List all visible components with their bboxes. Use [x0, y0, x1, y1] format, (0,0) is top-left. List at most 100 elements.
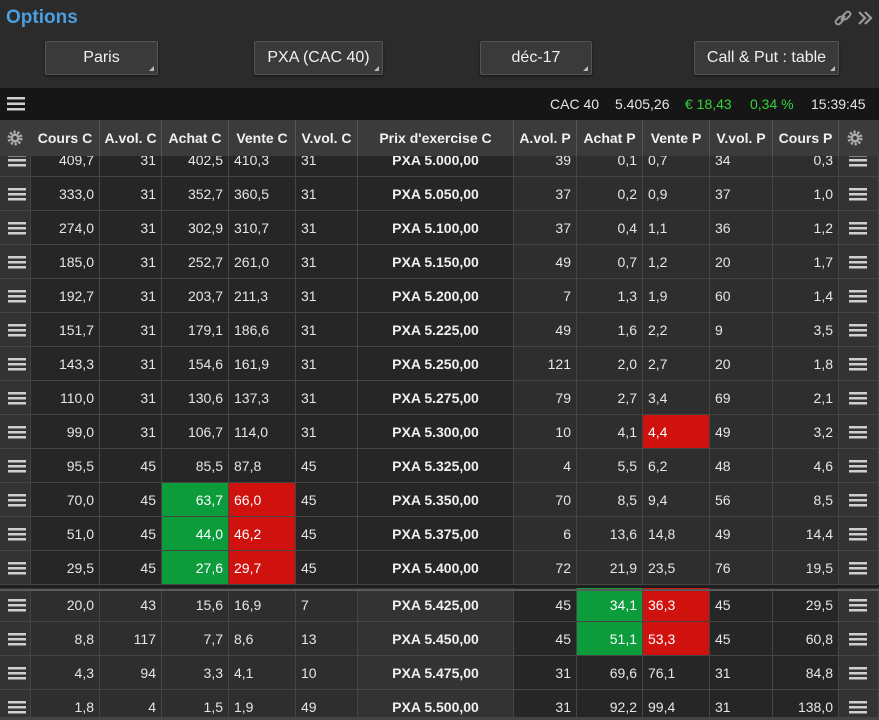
- row-menu-button[interactable]: [0, 483, 31, 517]
- row-menu-button[interactable]: [0, 177, 31, 211]
- call-last[interactable]: 70,0: [31, 483, 100, 517]
- call-last[interactable]: 20,0: [31, 588, 100, 622]
- put-sell-vol[interactable]: 49: [710, 415, 773, 449]
- call-ask[interactable]: 87,8: [229, 449, 296, 483]
- put-sell-vol[interactable]: 9: [710, 313, 773, 347]
- row-menu-button[interactable]: [0, 156, 31, 177]
- put-ask[interactable]: 23,5: [643, 551, 710, 585]
- row-menu-button[interactable]: [0, 622, 31, 656]
- call-ask-vol[interactable]: 43: [100, 588, 162, 622]
- call-sell-vol[interactable]: 10: [296, 656, 358, 690]
- row-menu-button[interactable]: [0, 279, 31, 313]
- call-last[interactable]: 110,0: [31, 381, 100, 415]
- row-menu-button[interactable]: [0, 347, 31, 381]
- call-bid[interactable]: 106,7: [162, 415, 229, 449]
- row-menu-button[interactable]: [839, 690, 879, 720]
- strike-price[interactable]: PXA 5.325,00: [358, 449, 514, 483]
- call-last[interactable]: 4,3: [31, 656, 100, 690]
- row-menu-button[interactable]: [839, 588, 879, 622]
- strike-price[interactable]: PXA 5.300,00: [358, 415, 514, 449]
- row-menu-button[interactable]: [0, 656, 31, 690]
- put-sell-vol[interactable]: 56: [710, 483, 773, 517]
- put-ask-vol[interactable]: 6: [514, 517, 577, 551]
- call-bid[interactable]: 179,1: [162, 313, 229, 347]
- put-ask[interactable]: 2,2: [643, 313, 710, 347]
- put-ask-vol[interactable]: 31: [514, 690, 577, 720]
- call-bid[interactable]: 252,7: [162, 245, 229, 279]
- table-row[interactable]: 333,0 31 352,7 360,5 31 PXA 5.050,00 37 0,2 0,9 3…: [0, 177, 879, 211]
- call-sell-vol[interactable]: 31: [296, 279, 358, 313]
- underlying-dropdown[interactable]: PXA (CAC 40): [254, 41, 383, 75]
- row-menu-button[interactable]: [0, 415, 31, 449]
- call-bid[interactable]: 402,5: [162, 156, 229, 177]
- call-bid[interactable]: 352,7: [162, 177, 229, 211]
- call-ask[interactable]: 137,3: [229, 381, 296, 415]
- put-sell-vol[interactable]: 45: [710, 588, 773, 622]
- put-ask-vol[interactable]: 37: [514, 211, 577, 245]
- call-sell-vol[interactable]: 45: [296, 551, 358, 585]
- header-call-last[interactable]: Cours C: [31, 120, 100, 156]
- table-row[interactable]: 192,7 31 203,7 211,3 31 PXA 5.200,00 7 1,3 1,9 60…: [0, 279, 879, 313]
- put-ask-vol[interactable]: 79: [514, 381, 577, 415]
- strike-price[interactable]: PXA 5.400,00: [358, 551, 514, 585]
- call-ask-vol[interactable]: 31: [100, 177, 162, 211]
- call-last[interactable]: 1,8: [31, 690, 100, 720]
- call-sell-vol[interactable]: 45: [296, 517, 358, 551]
- put-sell-vol[interactable]: 60: [710, 279, 773, 313]
- put-bid[interactable]: 8,5: [577, 483, 643, 517]
- row-menu-button[interactable]: [0, 551, 31, 585]
- put-ask-vol[interactable]: 72: [514, 551, 577, 585]
- table-row[interactable]: 409,7 31 402,5 410,3 31 PXA 5.000,00 39 0,1 0,7 3…: [0, 156, 879, 177]
- row-menu-button[interactable]: [0, 588, 31, 622]
- put-ask-vol[interactable]: 70: [514, 483, 577, 517]
- table-row[interactable]: 4,3 94 3,3 4,1 10 PXA 5.475,00 31 69,6 76,1 31 84,…: [0, 656, 879, 690]
- put-ask-vol[interactable]: 4: [514, 449, 577, 483]
- strike-price[interactable]: PXA 5.425,00: [358, 588, 514, 622]
- call-sell-vol[interactable]: 31: [296, 415, 358, 449]
- call-ask-vol[interactable]: 31: [100, 279, 162, 313]
- put-ask[interactable]: 99,4: [643, 690, 710, 720]
- put-ask[interactable]: 6,2: [643, 449, 710, 483]
- header-call-ask[interactable]: Vente C: [229, 120, 296, 156]
- put-last[interactable]: 3,2: [773, 415, 839, 449]
- row-menu-button[interactable]: [0, 245, 31, 279]
- call-ask[interactable]: 211,3: [229, 279, 296, 313]
- put-ask[interactable]: 0,9: [643, 177, 710, 211]
- strike-price[interactable]: PXA 5.350,00: [358, 483, 514, 517]
- call-sell-vol[interactable]: 13: [296, 622, 358, 656]
- call-ask[interactable]: 114,0: [229, 415, 296, 449]
- call-ask-vol[interactable]: 45: [100, 517, 162, 551]
- put-sell-vol[interactable]: 31: [710, 656, 773, 690]
- call-ask-vol[interactable]: 94: [100, 656, 162, 690]
- call-bid[interactable]: 85,5: [162, 449, 229, 483]
- header-strike[interactable]: Prix d'exercise C: [358, 120, 514, 156]
- hamburger-menu-icon[interactable]: [7, 97, 25, 111]
- table-row[interactable]: 20,0 43 15,6 16,9 7 PXA 5.425,00 45 34,1 36,3 45 2…: [0, 588, 879, 622]
- call-ask-vol[interactable]: 45: [100, 483, 162, 517]
- call-bid[interactable]: 130,6: [162, 381, 229, 415]
- double-chevron-right-icon[interactable]: [857, 8, 873, 28]
- put-last[interactable]: 0,3: [773, 156, 839, 177]
- row-menu-button[interactable]: [839, 156, 879, 177]
- call-ask[interactable]: 46,2: [229, 517, 296, 551]
- strike-price[interactable]: PXA 5.275,00: [358, 381, 514, 415]
- row-menu-button[interactable]: [839, 656, 879, 690]
- strike-price[interactable]: PXA 5.500,00: [358, 690, 514, 720]
- put-bid[interactable]: 51,1: [577, 622, 643, 656]
- put-bid[interactable]: 1,6: [577, 313, 643, 347]
- row-menu-button[interactable]: [0, 517, 31, 551]
- strike-price[interactable]: PXA 5.250,00: [358, 347, 514, 381]
- put-last[interactable]: 2,1: [773, 381, 839, 415]
- table-row[interactable]: 185,0 31 252,7 261,0 31 PXA 5.150,00 49 0,7 1,2 2…: [0, 245, 879, 279]
- call-last[interactable]: 151,7: [31, 313, 100, 347]
- put-last[interactable]: 14,4: [773, 517, 839, 551]
- call-bid[interactable]: 154,6: [162, 347, 229, 381]
- call-last[interactable]: 95,5: [31, 449, 100, 483]
- call-ask[interactable]: 29,7: [229, 551, 296, 585]
- row-menu-button[interactable]: [0, 690, 31, 720]
- row-menu-button[interactable]: [0, 313, 31, 347]
- row-menu-button[interactable]: [839, 313, 879, 347]
- call-ask-vol[interactable]: 31: [100, 245, 162, 279]
- table-row[interactable]: 151,7 31 179,1 186,6 31 PXA 5.225,00 49 1,6 2,2 9…: [0, 313, 879, 347]
- call-sell-vol[interactable]: 31: [296, 177, 358, 211]
